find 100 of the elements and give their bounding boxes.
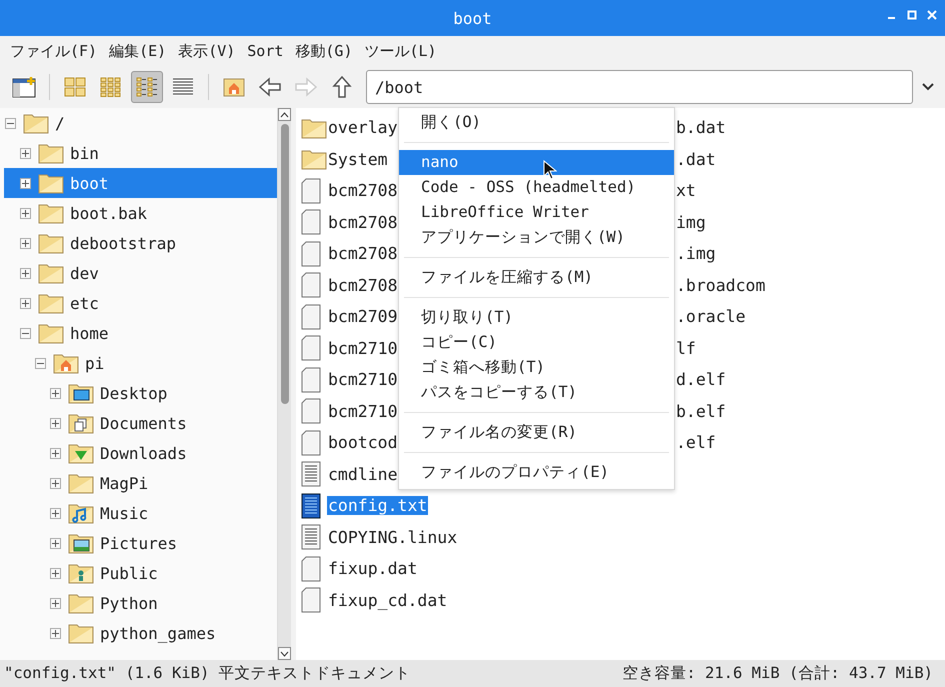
tree-item[interactable]: Downloads (4, 438, 277, 468)
file-name[interactable]: bcm2710 (327, 338, 399, 358)
file-icon (301, 178, 321, 204)
tree-item[interactable]: / (4, 108, 277, 138)
file-icon (301, 366, 321, 393)
file-name[interactable]: .elf (675, 433, 717, 452)
file-name[interactable]: .img (675, 244, 717, 264)
context-menu-item[interactable]: 開く(O) (399, 110, 674, 135)
maximize-icon[interactable] (907, 10, 917, 20)
folder-icon (301, 148, 327, 170)
context-menu-item[interactable]: アプリケーションで開く(W) (399, 225, 674, 250)
menu-item[interactable]: Sort (247, 42, 284, 60)
expand-icon[interactable] (50, 508, 61, 518)
tree-item[interactable]: MagPi (4, 468, 277, 498)
scroll-down-icon[interactable] (280, 650, 289, 656)
context-menu-item[interactable]: 切り取り(T) (399, 305, 674, 330)
file-name[interactable]: bcm2710 (327, 402, 399, 421)
tree-item[interactable]: pi (4, 348, 277, 378)
expand-icon[interactable] (50, 478, 61, 488)
menu-item[interactable]: ファイル(F) (10, 42, 98, 60)
file-name[interactable]: d.elf (675, 370, 727, 390)
home-folder-icon (223, 77, 245, 97)
file-name[interactable]: .dat (675, 150, 717, 169)
tree-item[interactable]: Public (4, 558, 277, 588)
tree-item[interactable]: Python (4, 588, 277, 618)
tree-item[interactable]: bin (4, 138, 277, 168)
view-mode-button[interactable] (131, 71, 163, 103)
tree-item[interactable]: Music (4, 498, 277, 528)
file-name[interactable]: bcm2708 (327, 181, 399, 200)
tree-item[interactable]: Pictures (4, 528, 277, 558)
file-name[interactable]: img (675, 212, 707, 232)
collapse-icon[interactable] (35, 358, 46, 368)
scroll-up-icon[interactable] (280, 112, 289, 118)
expand-icon[interactable] (20, 208, 31, 218)
file-name[interactable]: bootcod (327, 433, 399, 452)
file-name[interactable]: bcm2708 (327, 276, 399, 295)
tree-item[interactable]: boot.bak (4, 198, 277, 228)
file-name[interactable]: fixup.dat (327, 559, 418, 578)
expand-icon[interactable] (50, 388, 61, 398)
context-menu-item[interactable]: LibreOffice Writer (399, 200, 674, 225)
tree-item[interactable]: Documents (4, 408, 277, 438)
context-menu-item[interactable]: ファイルを圧縮する(M) (399, 265, 674, 290)
expand-icon[interactable] (20, 148, 31, 158)
file-name[interactable]: fixup_cd.dat (327, 590, 448, 610)
collapse-icon[interactable] (20, 328, 31, 338)
forward-arrow-icon (295, 77, 317, 97)
expand-icon[interactable] (50, 628, 61, 638)
file-name[interactable]: config.txt (327, 496, 428, 516)
expand-icon[interactable] (50, 538, 61, 548)
file-name[interactable]: .oracle (675, 307, 747, 326)
context-menu-item[interactable]: Code - OSS (headmelted) (399, 175, 674, 200)
menu-item[interactable]: ツール(L) (364, 42, 437, 60)
chevron-down-icon (922, 83, 934, 91)
tree-item[interactable]: boot (4, 168, 277, 198)
file-name[interactable]: bcm2709 (327, 307, 399, 326)
expand-icon[interactable] (20, 268, 31, 278)
context-menu-item[interactable]: コピー(C) (399, 330, 674, 355)
context-menu-item[interactable]: ファイル名の変更(R) (399, 420, 674, 445)
menu-item[interactable]: 表示(V) (178, 42, 236, 60)
file-name[interactable]: bcm2708 (327, 212, 399, 232)
music-folder-icon (68, 502, 94, 524)
tree-item[interactable]: python_games (4, 618, 277, 648)
tree-item[interactable]: home (4, 318, 277, 348)
file-name[interactable]: bcm2710 (327, 370, 399, 390)
file-name[interactable]: b.dat (675, 118, 727, 138)
file-name[interactable]: bcm2708 (327, 244, 399, 264)
expand-icon[interactable] (50, 598, 61, 608)
folder-icon (68, 592, 94, 614)
file-name[interactable]: .broadcom (675, 276, 766, 295)
close-icon[interactable] (927, 10, 937, 20)
window-title: boot (453, 8, 492, 28)
tree-item[interactable]: Desktop (4, 378, 277, 408)
tree-item[interactable]: debootstrap (4, 228, 277, 258)
tree-item[interactable]: dev (4, 258, 277, 288)
file-name[interactable]: COPYING.linux (327, 528, 458, 547)
expand-icon[interactable] (50, 448, 61, 458)
context-menu-item[interactable]: ゴミ箱へ移動(T) (399, 355, 674, 380)
context-menu-item[interactable]: nano (399, 150, 674, 175)
text-file-icon (301, 492, 321, 519)
location-field[interactable]: /boot (366, 70, 913, 104)
tree-item[interactable]: etc (4, 288, 277, 318)
scrollbar[interactable] (277, 108, 291, 660)
context-menu-item[interactable]: ファイルのプロパティ(E) (399, 460, 674, 485)
menu-item[interactable]: 移動(G) (295, 42, 352, 60)
file-name[interactable]: overlay (327, 118, 399, 138)
file-name[interactable]: xt (675, 181, 697, 200)
collapse-icon[interactable] (5, 118, 16, 128)
file-name[interactable]: System (327, 150, 389, 169)
compact-view-icon (136, 77, 158, 97)
expand-icon[interactable] (50, 568, 61, 578)
expand-icon[interactable] (20, 238, 31, 248)
file-name[interactable]: lf (675, 338, 697, 358)
expand-icon[interactable] (50, 418, 61, 428)
file-name[interactable]: cmdline (327, 464, 399, 484)
file-name[interactable]: b.elf (675, 402, 727, 421)
expand-icon[interactable] (20, 178, 31, 188)
expand-icon[interactable] (20, 298, 31, 308)
context-menu-item[interactable]: パスをコピーする(T) (399, 380, 674, 405)
menu-item[interactable]: 編集(E) (109, 42, 166, 60)
folder-icon (38, 232, 64, 254)
